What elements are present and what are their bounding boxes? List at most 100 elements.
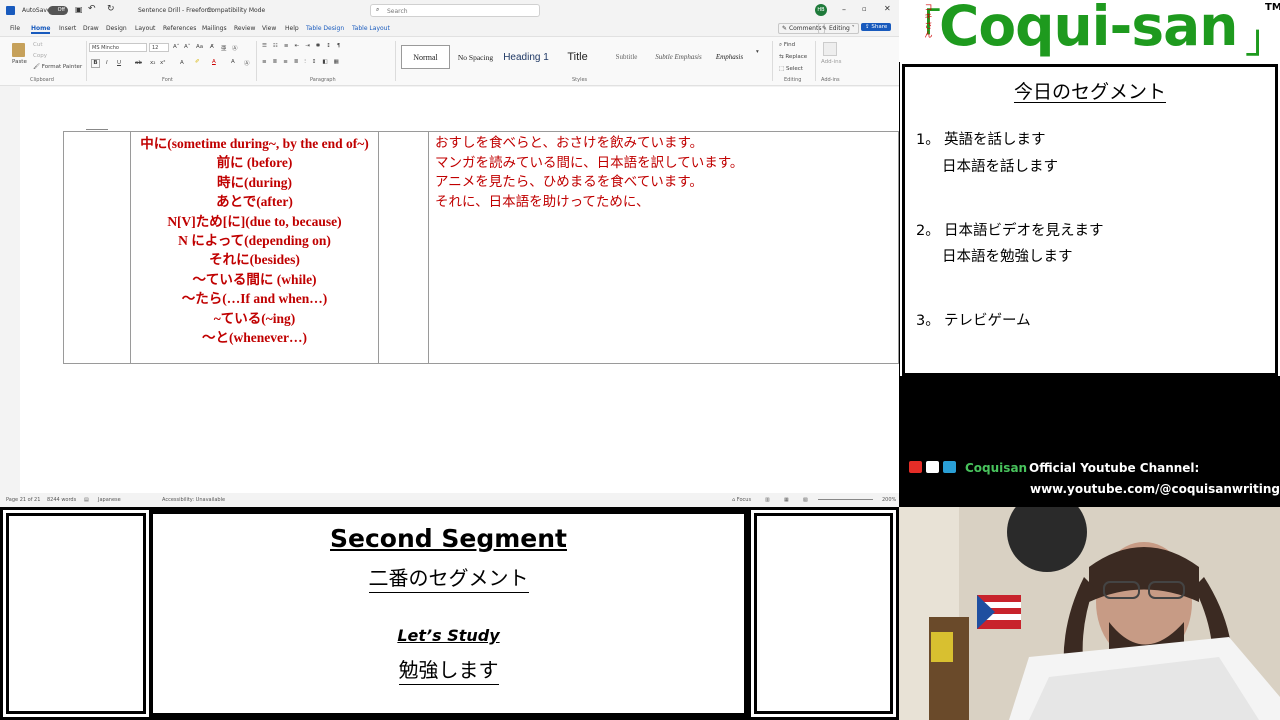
styles-more-icon[interactable]: ▾ <box>756 49 759 55</box>
tab-table-layout[interactable]: Table Layout <box>352 25 390 32</box>
italic-button[interactable]: I <box>106 60 108 66</box>
editing-mode-button[interactable]: ✎ Editing ˅ <box>818 23 859 34</box>
accessibility-status[interactable]: Accessibility: Unavailable <box>162 497 225 503</box>
tab-insert[interactable]: Insert <box>59 25 76 32</box>
align-buttons[interactable]: ≡≣≡≣⫶↕◧▦ <box>262 59 345 66</box>
phonetic-guide-icon[interactable]: 亜 <box>221 44 227 52</box>
paste-button[interactable]: Paste <box>12 59 27 65</box>
document-page[interactable]: 中に(sometime during~, by the end of~) 前に … <box>20 87 899 493</box>
print-layout-icon[interactable]: ▦ <box>784 497 789 503</box>
tab-review[interactable]: Review <box>234 25 255 32</box>
style-no-spacing[interactable]: No Spacing <box>453 45 498 69</box>
grammar-table[interactable]: 中に(sometime during~, by the end of~) 前に … <box>63 131 899 364</box>
find-button[interactable]: ⌕ Find <box>779 42 795 49</box>
tab-home[interactable]: Home <box>31 25 51 34</box>
subscript-button[interactable]: x₂ <box>150 60 155 66</box>
style-subtle-emphasis[interactable]: Subtle Emphasis <box>652 45 705 69</box>
undo-icon[interactable]: ↶ <box>88 4 96 14</box>
search-input[interactable]: ⌕ Search <box>370 4 540 17</box>
tab-draw[interactable]: Draw <box>83 25 99 32</box>
web-layout-icon[interactable]: ▧ <box>803 497 808 503</box>
tab-help[interactable]: Help <box>285 25 299 32</box>
sentence-line: アニメを見たら、ひめまるを食べています。 <box>435 174 703 190</box>
share-button[interactable]: ⇪ Share <box>861 23 892 31</box>
char-shading-icon[interactable]: A <box>231 59 235 65</box>
table-cell-blank[interactable] <box>63 131 131 364</box>
tab-references[interactable]: References <box>163 25 196 32</box>
underline-button[interactable]: U <box>117 60 121 66</box>
font-color-icon[interactable]: A <box>212 59 216 65</box>
channel-name: Coquisan <box>965 461 1028 475</box>
table-cell-blank[interactable] <box>378 131 429 364</box>
word-app-icon <box>6 6 15 15</box>
style-heading-1[interactable]: Heading 1 <box>500 45 552 69</box>
zoom-level[interactable]: 200% <box>882 497 896 503</box>
logo-text: Coqui-san <box>939 0 1238 58</box>
strikethrough-button[interactable]: ab <box>135 60 142 66</box>
shrink-font-icon[interactable]: A˅ <box>184 44 191 50</box>
text-effects-icon[interactable]: A <box>180 60 184 66</box>
autosave-toggle[interactable]: Off <box>48 6 68 15</box>
copy-button[interactable]: Copy <box>33 53 47 59</box>
save-icon[interactable]: ▣ <box>75 5 83 14</box>
select-button[interactable]: ⬚ Select <box>779 66 803 72</box>
channel-url[interactable]: www.youtube.com/@coquisanwriting <box>1030 482 1280 496</box>
word-count[interactable]: 8244 words <box>47 497 76 503</box>
avatar[interactable]: HB <box>815 4 827 16</box>
addins-icon[interactable] <box>823 42 837 56</box>
maximize-icon[interactable]: ▫ <box>862 5 867 13</box>
style-title[interactable]: Title <box>555 45 600 69</box>
replace-button[interactable]: ⇆ Replace <box>779 54 807 60</box>
bold-button[interactable]: B <box>91 59 100 68</box>
close-icon[interactable]: ✕ <box>884 4 891 13</box>
list-buttons[interactable]: ☰☷≡⇤⇥✱↕¶ <box>262 43 346 49</box>
zoom-slider[interactable] <box>818 499 873 500</box>
study-heading-jp: 勉強します <box>153 654 744 685</box>
page-count[interactable]: Page 21 of 21 <box>6 497 40 503</box>
clear-format-icon[interactable]: A̸ <box>210 44 214 50</box>
font-size-select[interactable]: 12 <box>149 43 169 52</box>
segment-heading-jp: 二番のセグメント <box>153 562 744 593</box>
divider <box>256 41 257 81</box>
addins-button[interactable]: Add-ins <box>821 59 842 65</box>
proofing-icon[interactable]: ▤ <box>84 497 89 503</box>
compatibility-mode[interactable]: Compatibility Mode <box>207 7 265 14</box>
channel-label: Official Youtube Channel: <box>1029 461 1200 475</box>
tab-layout[interactable]: Layout <box>135 25 155 32</box>
tab-view[interactable]: View <box>262 25 276 32</box>
style-subtitle[interactable]: Subtitle <box>604 45 649 69</box>
webcam-image <box>899 507 1280 720</box>
style-emphasis[interactable]: Emphasis <box>708 45 751 69</box>
language-indicator[interactable]: Japanese <box>98 497 121 503</box>
focus-button[interactable]: ⌂ Focus <box>732 497 751 503</box>
tab-mailings[interactable]: Mailings <box>202 25 227 32</box>
superscript-button[interactable]: x² <box>160 60 165 66</box>
enclose-char-icon[interactable]: Ⓐ <box>232 44 238 52</box>
char-border-icon[interactable]: Ⓐ <box>244 59 250 67</box>
tab-design[interactable]: Design <box>106 25 127 32</box>
change-case-icon[interactable]: Aa <box>196 44 203 50</box>
sentences-cell[interactable]: おすしを食べらと、おさけを飲みています。 マンガを読みている間に、日本語を訳して… <box>428 131 899 364</box>
style-normal[interactable]: Normal <box>401 45 450 69</box>
redo-icon[interactable]: ↻ <box>107 4 115 14</box>
grammar-cell[interactable]: 中に(sometime during~, by the end of~) 前に … <box>130 131 379 364</box>
read-mode-icon[interactable]: ▥ <box>765 497 770 503</box>
font-name-select[interactable]: MS Mincho <box>89 43 147 52</box>
cut-button[interactable]: Cut <box>33 42 42 48</box>
highlight-icon[interactable]: ✐ <box>195 59 200 65</box>
format-painter-button[interactable]: 🖌 Format Painter <box>33 64 82 70</box>
grow-font-icon[interactable]: A˄ <box>173 44 180 50</box>
sentence-line: マンガを読みている間に、日本語を訳しています。 <box>435 154 744 171</box>
search-placeholder: Search <box>387 8 408 15</box>
tab-table-design[interactable]: Table Design <box>306 25 344 32</box>
ribbon-tabs: File Home Insert Draw Design Layout Refe… <box>0 22 899 36</box>
paste-icon[interactable] <box>12 43 25 57</box>
grammar-line: ~ている(~ing) <box>213 310 296 326</box>
crown-icon <box>943 461 956 473</box>
channel-info: Coquisan Official Youtube Channel: www.y… <box>899 376 1280 506</box>
tab-file[interactable]: File <box>10 25 20 32</box>
minimize-icon[interactable]: – <box>842 5 846 14</box>
bottom-overlay: Second Segment 二番のセグメント Let’s Study 勉強しま… <box>0 507 899 720</box>
segment-item-2-line2: 日本語を勉強します <box>942 249 1073 265</box>
segment-banner: Second Segment 二番のセグメント Let’s Study 勉強しま… <box>152 513 745 714</box>
